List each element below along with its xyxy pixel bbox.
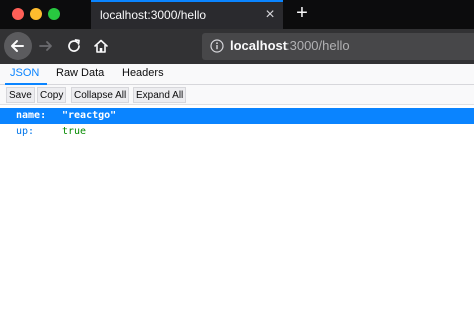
info-icon[interactable] xyxy=(210,39,224,53)
reload-icon[interactable] xyxy=(66,38,82,54)
expand-all-button[interactable]: Expand All xyxy=(133,87,187,103)
close-icon[interactable]: × xyxy=(262,7,278,23)
json-row[interactable]: name: "reactgo" xyxy=(0,108,474,124)
tab-raw-data[interactable]: Raw Data xyxy=(56,67,104,79)
json-key: up: xyxy=(16,126,35,137)
forward-arrow-icon[interactable] xyxy=(38,38,54,54)
url-bar[interactable]: localhost :3000/hello xyxy=(202,33,474,60)
save-button[interactable]: Save xyxy=(6,87,35,103)
plus-icon[interactable]: + xyxy=(292,3,312,23)
tab-title: localhost:3000/hello xyxy=(100,8,207,22)
json-viewer-tabs: JSON Raw Data Headers xyxy=(0,64,474,85)
json-value: "reactgo" xyxy=(62,110,117,121)
tab-headers[interactable]: Headers xyxy=(122,67,164,79)
active-tab[interactable]: localhost:3000/hello × xyxy=(91,0,283,29)
copy-button[interactable]: Copy xyxy=(37,87,67,103)
back-arrow-icon xyxy=(11,40,24,52)
tab-json[interactable]: JSON xyxy=(10,67,39,79)
home-icon[interactable] xyxy=(93,38,109,54)
tab-strip: localhost:3000/hello × + xyxy=(0,0,474,29)
navigation-bar: localhost :3000/hello xyxy=(0,29,474,64)
json-toolbar: Save Copy Collapse All Expand All xyxy=(0,85,474,105)
maximize-window-button[interactable] xyxy=(48,8,60,20)
minimize-window-button[interactable] xyxy=(30,8,42,20)
close-window-button[interactable] xyxy=(12,8,24,20)
back-button[interactable] xyxy=(4,32,32,60)
json-row[interactable]: up: true xyxy=(0,124,474,140)
url-host: localhost xyxy=(230,38,288,53)
json-value: true xyxy=(62,126,87,137)
json-key: name: xyxy=(16,110,47,121)
url-path: :3000/hello xyxy=(286,38,350,53)
collapse-all-button[interactable]: Collapse All xyxy=(71,87,130,103)
